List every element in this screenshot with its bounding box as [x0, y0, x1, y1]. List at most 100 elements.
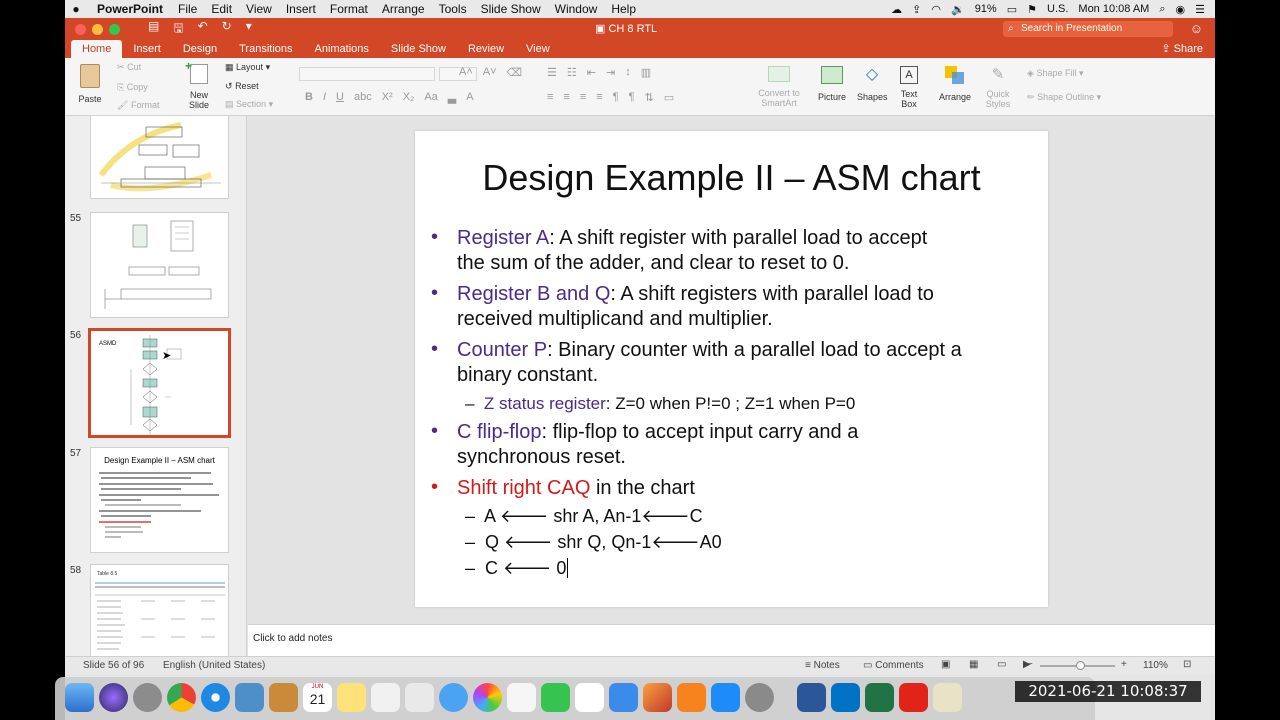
- section-button[interactable]: ▤ Section ▾: [225, 99, 273, 110]
- slide-thumbnail-selected[interactable]: ASMD ➤: [88, 328, 231, 438]
- books-icon[interactable]: [677, 683, 706, 712]
- new-slide-button[interactable]: + New Slide: [183, 59, 215, 110]
- slide-sorter-icon[interactable]: ▦: [969, 659, 978, 670]
- customize-icon[interactable]: ▾: [246, 19, 252, 40]
- normal-view-icon[interactable]: ▣: [941, 659, 950, 670]
- input-source[interactable]: U.S.: [1047, 3, 1068, 15]
- bold-icon[interactable]: B: [305, 91, 313, 104]
- shapes-button[interactable]: ◇ Shapes: [857, 66, 888, 102]
- user-icon[interactable]: ◉: [1176, 3, 1186, 16]
- menu-arrange[interactable]: Arrange: [375, 2, 432, 16]
- current-slide[interactable]: Design Example II – ASM chart • Register…: [415, 131, 1048, 607]
- increase-indent-icon[interactable]: ⇥: [606, 66, 615, 79]
- feedback-icon[interactable]: ☺: [1190, 21, 1203, 36]
- underline-icon[interactable]: U: [336, 91, 344, 104]
- slide-thumbnail[interactable]: Design Example II – ASM chart: [90, 447, 229, 553]
- search-input[interactable]: ⌕ Search in Presentation: [1003, 21, 1173, 37]
- messages-icon[interactable]: [439, 683, 468, 712]
- share-button[interactable]: ⇪ Share: [1161, 42, 1203, 55]
- bullet-c-flip-flop[interactable]: C flip-flop: flip-flop to accept input c…: [457, 420, 858, 470]
- menu-help[interactable]: Help: [604, 2, 643, 16]
- reading-view-icon[interactable]: ▭: [997, 659, 1006, 670]
- highlight-icon[interactable]: ▃: [448, 91, 456, 104]
- close-window-button[interactable]: [75, 23, 86, 35]
- align-center-icon[interactable]: ≡: [563, 91, 569, 104]
- maps-icon[interactable]: [405, 683, 434, 712]
- volume-icon[interactable]: 🔉: [951, 3, 965, 16]
- menu-tools[interactable]: Tools: [432, 2, 474, 16]
- paste-button[interactable]: Paste: [73, 64, 107, 104]
- menu-format[interactable]: Format: [323, 2, 375, 16]
- upload-icon[interactable]: ⇪: [912, 3, 921, 16]
- columns-icon[interactable]: ▥: [641, 66, 651, 79]
- shape-outline-button[interactable]: ✏ Shape Outline ▾: [1027, 92, 1101, 103]
- align-right-icon[interactable]: ≡: [580, 91, 586, 104]
- calendar-icon[interactable]: JUN 21: [303, 683, 332, 712]
- slide-title[interactable]: Design Example II – ASM chart: [415, 157, 1048, 199]
- undo-icon[interactable]: ↶: [198, 19, 208, 40]
- rtl-icon[interactable]: ¶: [629, 91, 635, 104]
- italic-icon[interactable]: I: [323, 91, 326, 104]
- siri-icon[interactable]: [99, 683, 128, 712]
- comments-toggle[interactable]: ▭ Comments: [863, 660, 924, 671]
- list-icon[interactable]: ☰: [1195, 3, 1205, 16]
- menu-insert[interactable]: Insert: [279, 2, 323, 16]
- apple-menu-icon[interactable]: ●: [65, 2, 87, 16]
- change-case-icon[interactable]: Aa: [424, 91, 437, 104]
- menu-edit[interactable]: Edit: [204, 2, 239, 16]
- clear-format-icon[interactable]: ⌫: [507, 66, 523, 79]
- photos-icon[interactable]: [473, 683, 502, 712]
- sub-bullet-shift-q[interactable]: – Q 🡐 shr Q, Qn-1🡐A0: [465, 531, 722, 553]
- grow-font-icon[interactable]: A˄: [459, 66, 473, 79]
- preview-icon[interactable]: [235, 683, 264, 712]
- zoom-slider[interactable]: [1040, 661, 1115, 670]
- fit-to-window-icon[interactable]: ⊡: [1183, 659, 1191, 670]
- notes-toggle[interactable]: ≡ Notes: [805, 660, 840, 671]
- numbering-icon[interactable]: ☷: [567, 66, 577, 79]
- menu-file[interactable]: File: [171, 2, 204, 16]
- tab-home[interactable]: Home: [71, 40, 123, 58]
- sub-bullet-z-status[interactable]: – Z status register: Z=0 when P!=0 ; Z=1…: [465, 393, 855, 415]
- launchpad-icon[interactable]: [133, 683, 162, 712]
- bullets-icon[interactable]: ☰: [547, 66, 557, 79]
- flag-icon[interactable]: ⚑: [1027, 3, 1037, 16]
- subscript-icon[interactable]: X₂: [403, 91, 415, 104]
- cloud-icon[interactable]: ☁: [891, 3, 902, 16]
- layout-button[interactable]: ▦ Layout ▾: [225, 62, 270, 73]
- matlab-icon[interactable]: [643, 683, 672, 712]
- justify-icon[interactable]: ≡: [596, 91, 602, 104]
- language-indicator[interactable]: English (United States): [163, 660, 265, 671]
- align-text-icon[interactable]: ▭: [664, 91, 674, 104]
- bullet-register-a[interactable]: Register A: A shift register with parall…: [457, 226, 927, 276]
- slide-thumbnail[interactable]: [90, 212, 229, 318]
- textedit-icon[interactable]: [507, 683, 536, 712]
- safari-icon[interactable]: [201, 683, 230, 712]
- tab-view[interactable]: View: [515, 40, 561, 58]
- font-name-select[interactable]: [299, 67, 435, 81]
- slide-thumbnail[interactable]: Table 8.5: [90, 564, 229, 656]
- editor-icon[interactable]: [933, 683, 962, 712]
- menu-view[interactable]: View: [239, 2, 279, 16]
- tab-slide-show[interactable]: Slide Show: [380, 40, 457, 58]
- tab-design[interactable]: Design: [172, 40, 228, 58]
- save-icon[interactable]: 🖫: [173, 19, 183, 40]
- zoom-window-button[interactable]: [109, 23, 120, 35]
- format-painter-button[interactable]: 🖌 Format: [117, 100, 159, 111]
- notes-app-icon[interactable]: [269, 683, 298, 712]
- sidebar-toggle-icon[interactable]: ▤: [148, 19, 159, 40]
- zoom-in-icon[interactable]: +: [1121, 659, 1127, 670]
- superscript-icon[interactable]: X²: [382, 91, 393, 104]
- tab-insert[interactable]: Insert: [122, 40, 172, 58]
- arrange-button[interactable]: Arrange: [937, 66, 973, 102]
- strikethrough-icon[interactable]: abc: [354, 91, 372, 104]
- redo-icon[interactable]: ↻: [222, 19, 232, 40]
- shrink-font-icon[interactable]: A˅: [483, 66, 497, 79]
- numbers-icon[interactable]: [575, 683, 604, 712]
- ltr-icon[interactable]: ¶: [613, 91, 619, 104]
- menu-slide-show[interactable]: Slide Show: [474, 2, 548, 16]
- minimize-window-button[interactable]: [92, 23, 103, 35]
- cut-button[interactable]: ✂ Cut: [117, 62, 141, 73]
- app-store-icon[interactable]: [711, 683, 740, 712]
- tab-transitions[interactable]: Transitions: [228, 40, 303, 58]
- menubar-clock[interactable]: Mon 10:08 AM: [1078, 3, 1149, 15]
